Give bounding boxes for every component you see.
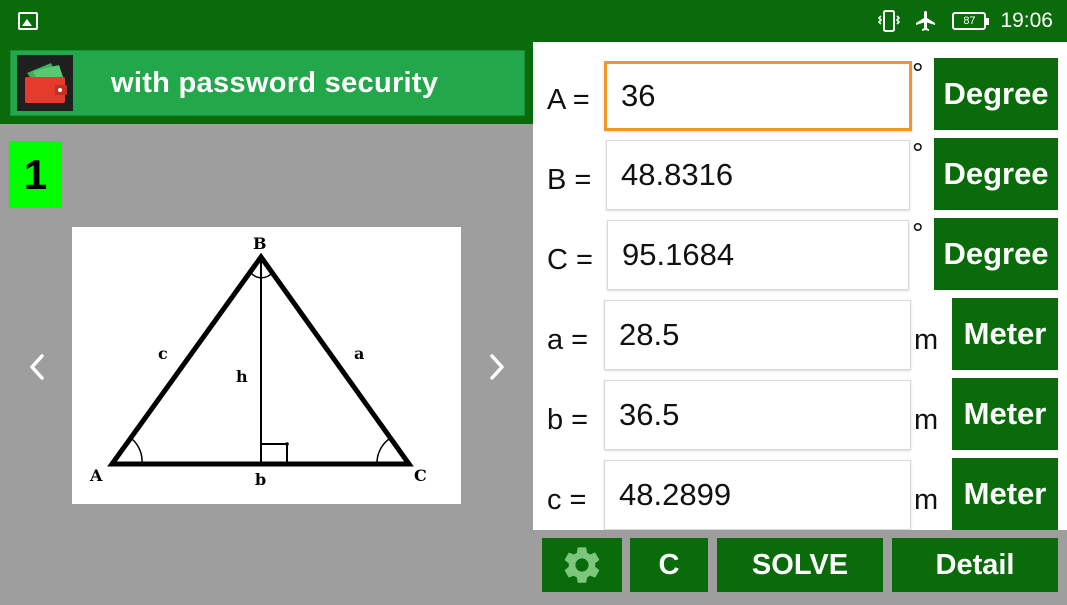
triangle-svg: B A C c a b h [89,234,427,489]
side-a-unit: m [914,324,939,356]
angle-c-input[interactable]: 95.1684 [607,220,909,290]
chevron-right-icon[interactable] [482,350,512,384]
solve-button[interactable]: SOLVE [717,538,883,592]
side-a-input[interactable]: 28.5 [604,300,911,370]
vertex-label-b: B [253,234,267,253]
status-bar: 87 19:06 [0,0,1067,42]
side-label-a: a [354,344,364,363]
side-label-c: c [158,344,168,363]
vertex-label-a: A [89,466,103,485]
triangle-diagram: B A C c a b h [72,227,461,504]
angle-b-unit: ° [912,138,924,170]
vertex-label-c: C [414,466,427,485]
banner-title: with password security [111,67,439,99]
height-label-h: h [236,367,248,386]
side-label-b: b [255,470,266,489]
battery-indicator: 87 [952,12,990,30]
angle-c-unit-button[interactable]: Degree [934,218,1058,290]
ad-banner[interactable]: with password security [10,50,525,116]
side-c-unit-button[interactable]: Meter [952,458,1058,530]
side-b-unit-button[interactable]: Meter [952,378,1058,450]
side-a-label: a = [547,324,589,356]
angle-b-input[interactable]: 48.8316 [606,140,910,210]
page-number: 1 [9,141,62,208]
vibrate-icon [878,10,901,32]
chevron-left-icon[interactable] [22,350,52,384]
angle-c-label: C = [547,244,593,276]
side-b-unit: m [914,404,939,436]
airplane-icon [916,11,936,31]
angle-a-input[interactable]: 36 [604,61,912,131]
detail-button[interactable]: Detail [892,538,1058,592]
angle-a-unit-button[interactable]: Degree [934,58,1058,130]
settings-button[interactable] [542,538,622,592]
side-b-label: b = [547,404,589,436]
angle-a-label: A = [547,84,590,116]
angle-c-unit: ° [912,218,924,250]
clear-button[interactable]: C [630,538,708,592]
angle-b-label: B = [547,164,592,196]
side-c-label: c = [547,484,587,516]
side-c-input[interactable]: 48.2899 [604,460,911,530]
status-icons: 87 19:06 [878,0,1053,42]
side-b-input[interactable]: 36.5 [604,380,911,450]
gear-icon [564,547,600,583]
image-icon [18,12,38,30]
wallet-icon [17,55,73,111]
angle-b-unit-button[interactable]: Degree [934,138,1058,210]
angle-a-unit: ° [912,58,924,90]
clock: 19:06 [1000,9,1053,32]
side-a-unit-button[interactable]: Meter [952,298,1058,370]
side-c-unit: m [914,484,939,516]
